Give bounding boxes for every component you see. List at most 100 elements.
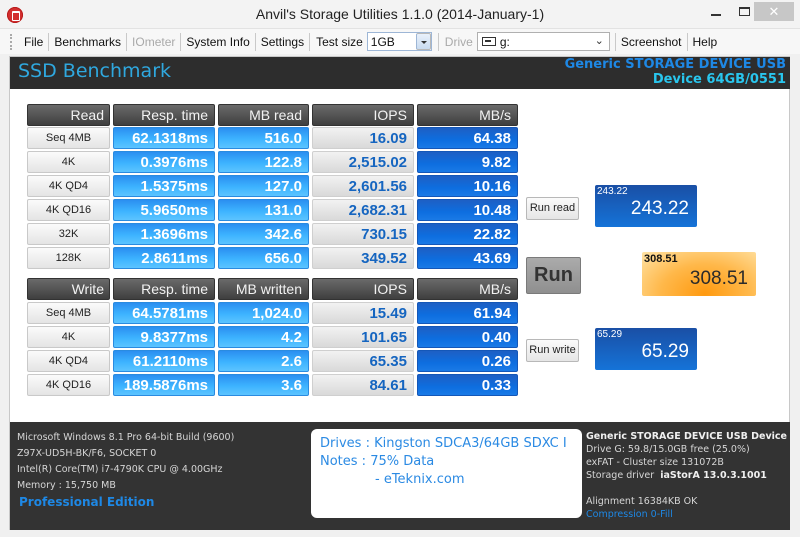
run-read-button[interactable]: Run read bbox=[526, 197, 579, 220]
menu-settings[interactable]: Settings bbox=[256, 35, 309, 49]
read-resp-time: 0.3976ms bbox=[113, 151, 215, 173]
read-mbs: 10.16 bbox=[417, 175, 518, 197]
read-resp-time: 1.3696ms bbox=[113, 223, 215, 245]
header-mbs: MB/s bbox=[417, 104, 518, 126]
read-mbs: 10.48 bbox=[417, 199, 518, 221]
write-iops: 65.35 bbox=[312, 350, 414, 372]
cpu-info: Intel(R) Core(TM) i7-4790K CPU @ 4.00GHz bbox=[17, 464, 223, 475]
compression-link[interactable]: Compression 0-Fill bbox=[586, 508, 790, 521]
read-header-row: Read Resp. time MB read IOPS MB/s bbox=[27, 104, 518, 126]
write-iops: 101.65 bbox=[312, 326, 414, 348]
write-header-label: Write bbox=[27, 278, 110, 300]
write-score-box: 65.29 65.29 bbox=[595, 328, 697, 370]
edition-label: Professional Edition bbox=[19, 495, 155, 509]
chevron-down-icon[interactable]: ⌄ bbox=[595, 34, 604, 47]
test-size-label: Test size bbox=[316, 34, 363, 49]
read-resp-time: 2.8611ms bbox=[113, 247, 215, 269]
read-test-button[interactable]: 4K QD4 bbox=[27, 175, 110, 197]
header-resp-time: Resp. time bbox=[113, 104, 215, 126]
read-mb: 342.6 bbox=[218, 223, 309, 245]
write-mb: 2.6 bbox=[218, 350, 309, 372]
read-test-button[interactable]: Seq 4MB bbox=[27, 127, 110, 149]
run-write-button[interactable]: Run write bbox=[526, 339, 579, 362]
run-button[interactable]: Run bbox=[526, 257, 581, 294]
storage-driver-label: Storage driver bbox=[586, 470, 655, 481]
read-mbs: 43.69 bbox=[417, 247, 518, 269]
drive-icon bbox=[481, 37, 496, 46]
read-row: 4K 0.3976ms 122.8 2,515.02 9.82 bbox=[27, 151, 518, 173]
write-row: Seq 4MB 64.5781ms 1,024.0 15.49 61.94 bbox=[27, 302, 518, 324]
info-footer: Microsoft Windows 8.1 Pro 64-bit Build (… bbox=[10, 422, 790, 530]
write-score: 65.29 bbox=[641, 341, 689, 362]
read-test-button[interactable]: 128K bbox=[27, 247, 110, 269]
toolbar-grip[interactable] bbox=[10, 33, 13, 50]
menu-benchmarks[interactable]: Benchmarks bbox=[49, 35, 126, 49]
write-iops: 84.61 bbox=[312, 374, 414, 396]
read-iops: 2,515.02 bbox=[312, 151, 414, 173]
read-iops: 730.15 bbox=[312, 223, 414, 245]
read-resp-time: 5.9650ms bbox=[113, 199, 215, 221]
read-score-box: 243.22 243.22 bbox=[595, 185, 697, 227]
total-score-box: 308.51 308.51 bbox=[642, 252, 756, 296]
header-iops: IOPS bbox=[312, 278, 414, 300]
menu-screenshot[interactable]: Screenshot bbox=[616, 35, 687, 49]
test-size-select[interactable]: 1GB bbox=[366, 32, 432, 51]
benchmark-panel: SSD Benchmark Generic STORAGE DEVICE USB… bbox=[9, 56, 790, 530]
device-name-line2: Device 64GB/0551 bbox=[652, 72, 786, 87]
notes-signature: - eTeknix.com bbox=[375, 472, 465, 487]
total-score-small: 308.51 bbox=[644, 253, 678, 265]
read-header-label: Read bbox=[27, 104, 110, 126]
menu-help[interactable]: Help bbox=[688, 35, 723, 49]
write-test-button[interactable]: 4K QD16 bbox=[27, 374, 110, 396]
dropdown-arrow-icon[interactable] bbox=[415, 33, 431, 50]
os-info: Microsoft Windows 8.1 Pro 64-bit Build (… bbox=[17, 432, 235, 443]
menu-system-info[interactable]: System Info bbox=[181, 35, 254, 49]
maximize-button[interactable] bbox=[739, 7, 750, 16]
read-mb: 656.0 bbox=[218, 247, 309, 269]
write-score-small: 65.29 bbox=[597, 329, 623, 340]
write-resp-time: 189.5876ms bbox=[113, 374, 215, 396]
menu-iometer[interactable]: IOmeter bbox=[127, 35, 180, 49]
read-mb: 122.8 bbox=[218, 151, 309, 173]
write-header-row: Write Resp. time MB written IOPS MB/s bbox=[27, 278, 518, 300]
drive-select[interactable]: g: ⌄ bbox=[476, 32, 610, 51]
read-test-button[interactable]: 4K bbox=[27, 151, 110, 173]
read-mb: 131.0 bbox=[218, 199, 309, 221]
storage-driver-value: iaStorA 13.0.3.1001 bbox=[660, 470, 767, 481]
close-button[interactable]: ✕ bbox=[754, 2, 794, 21]
notes-text: Notes : 75% Data bbox=[320, 454, 435, 469]
read-mbs: 9.82 bbox=[417, 151, 518, 173]
write-mb: 1,024.0 bbox=[218, 302, 309, 324]
minimize-button[interactable] bbox=[711, 14, 721, 16]
read-row: 32K 1.3696ms 342.6 730.15 22.82 bbox=[27, 223, 518, 245]
read-mbs: 22.82 bbox=[417, 223, 518, 245]
read-test-button[interactable]: 4K QD16 bbox=[27, 199, 110, 221]
notes-box[interactable]: Drives : Kingston SDCA3/64GB SDXC I Note… bbox=[311, 429, 582, 518]
read-row: Seq 4MB 62.1318ms 516.0 16.09 64.38 bbox=[27, 127, 518, 149]
device-name-line1: Generic STORAGE DEVICE USB bbox=[564, 57, 786, 72]
write-test-button[interactable]: 4K QD4 bbox=[27, 350, 110, 372]
read-iops: 16.09 bbox=[312, 127, 414, 149]
write-test-button[interactable]: Seq 4MB bbox=[27, 302, 110, 324]
notes-drives: Drives : Kingston SDCA3/64GB SDXC I bbox=[320, 436, 567, 451]
write-resp-time: 64.5781ms bbox=[113, 302, 215, 324]
write-test-button[interactable]: 4K bbox=[27, 326, 110, 348]
read-test-button[interactable]: 32K bbox=[27, 223, 110, 245]
alignment-info: Alignment 16384KB OK bbox=[586, 496, 698, 507]
header-resp-time: Resp. time bbox=[113, 278, 215, 300]
write-iops: 15.49 bbox=[312, 302, 414, 324]
drive-value: g: bbox=[499, 34, 510, 49]
write-row: 4K QD4 61.2110ms 2.6 65.35 0.26 bbox=[27, 350, 518, 372]
read-resp-time: 62.1318ms bbox=[113, 127, 215, 149]
window-title: Anvil's Storage Utilities 1.1.0 (2014-Ja… bbox=[255, 6, 545, 22]
device-info: Generic STORAGE DEVICE USB Device 64GB D… bbox=[586, 430, 790, 521]
read-mb: 516.0 bbox=[218, 127, 309, 149]
write-resp-time: 61.2110ms bbox=[113, 350, 215, 372]
test-size-value: 1GB bbox=[370, 34, 395, 49]
total-score: 308.51 bbox=[689, 268, 748, 289]
device-name: Generic STORAGE DEVICE USB Device 64GB bbox=[586, 431, 790, 442]
read-iops: 2,682.31 bbox=[312, 199, 414, 221]
menu-file[interactable]: File bbox=[19, 35, 48, 49]
read-iops: 2,601.56 bbox=[312, 175, 414, 197]
write-mb: 3.6 bbox=[218, 374, 309, 396]
